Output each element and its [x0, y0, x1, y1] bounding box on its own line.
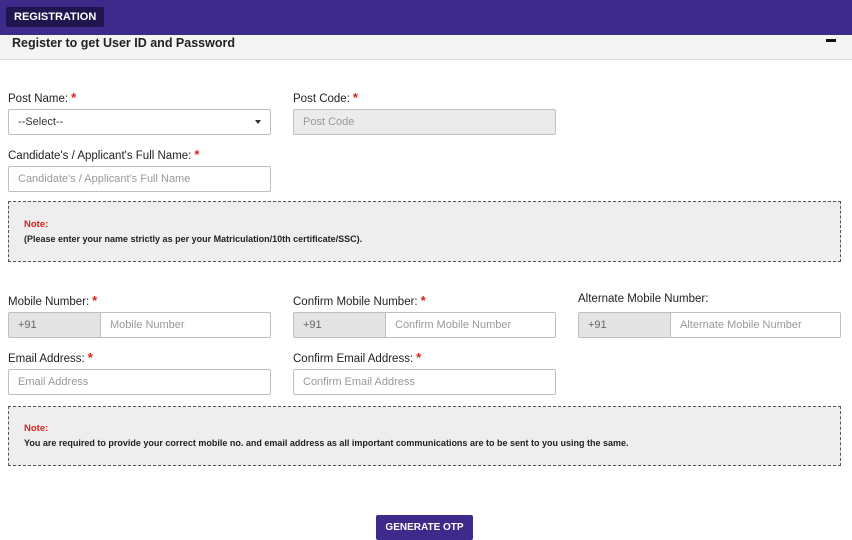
full-name-label-text: Candidate's / Applicant's Full Name: — [8, 150, 192, 162]
required-asterisk: * — [71, 90, 77, 105]
email-label: Email Address: * — [8, 350, 93, 365]
contact-note-box: Note: You are required to provide your c… — [8, 406, 841, 466]
full-name-input[interactable]: Candidate's / Applicant's Full Name — [8, 166, 271, 192]
minus-icon[interactable] — [826, 39, 836, 42]
alt-mobile-label-text: Alternate Mobile Number: — [578, 293, 709, 305]
required-asterisk: * — [352, 90, 358, 105]
email-input[interactable]: Email Address — [8, 369, 271, 395]
email-label-text: Email Address: — [8, 353, 85, 365]
confirm-mobile-label: Confirm Mobile Number: * — [293, 293, 426, 308]
alt-mobile-country-code: +91 — [578, 312, 671, 338]
post-name-label: Post Name: * — [8, 90, 76, 105]
required-asterisk: * — [416, 350, 422, 365]
confirm-mobile-label-text: Confirm Mobile Number: — [293, 296, 418, 308]
panel-title: Register to get User ID and Password — [12, 36, 235, 50]
post-code-field[interactable]: Post Code — [293, 109, 556, 135]
post-name-label-text: Post Name: — [8, 93, 69, 105]
confirm-email-label-text: Confirm Email Address: — [293, 353, 414, 365]
full-name-label: Candidate's / Applicant's Full Name: * — [8, 147, 199, 162]
note-text: You are required to provide your correct… — [24, 438, 629, 448]
confirm-email-label: Confirm Email Address: * — [293, 350, 421, 365]
confirm-mobile-input[interactable]: Confirm Mobile Number — [385, 312, 556, 338]
chevron-down-icon — [255, 120, 261, 124]
post-name-value: --Select-- — [18, 116, 64, 128]
note-title: Note: — [24, 219, 49, 230]
required-asterisk: * — [92, 293, 98, 308]
alt-mobile-input[interactable]: Alternate Mobile Number — [670, 312, 841, 338]
confirm-mobile-country-code: +91 — [293, 312, 386, 338]
note-title: Note: — [24, 423, 49, 434]
name-note-box: Note: (Please enter your name strictly a… — [8, 201, 841, 262]
top-bar: REGISTRATION — [0, 0, 852, 35]
note-text: (Please enter your name strictly as per … — [24, 234, 363, 244]
registration-tab[interactable]: REGISTRATION — [6, 7, 105, 27]
post-code-label: Post Code: * — [293, 90, 358, 105]
panel-header[interactable]: Register to get User ID and Password — [0, 35, 852, 60]
required-asterisk: * — [420, 293, 426, 308]
required-asterisk: * — [87, 350, 93, 365]
mobile-input[interactable]: Mobile Number — [100, 312, 271, 338]
required-asterisk: * — [194, 147, 200, 162]
mobile-label: Mobile Number: * — [8, 293, 97, 308]
post-name-select[interactable]: --Select-- — [8, 109, 271, 135]
mobile-country-code: +91 — [8, 312, 101, 338]
post-code-label-text: Post Code: — [293, 93, 350, 105]
generate-otp-button[interactable]: GENERATE OTP — [376, 515, 473, 540]
confirm-email-input[interactable]: Confirm Email Address — [293, 369, 556, 395]
mobile-label-text: Mobile Number: — [8, 296, 90, 308]
alt-mobile-label: Alternate Mobile Number: — [578, 293, 708, 305]
